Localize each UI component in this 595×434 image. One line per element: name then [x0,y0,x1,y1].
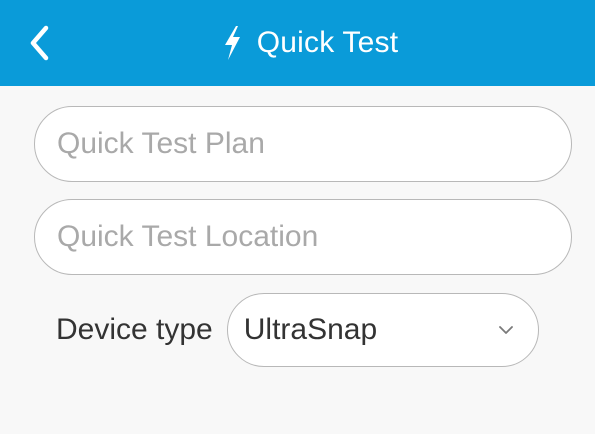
quick-test-location-field[interactable] [34,199,572,275]
quick-test-plan-input[interactable] [55,126,551,162]
quick-test-screen: Quick Test Device type UltraSnap [0,0,595,434]
page-title: Quick Test [256,26,399,59]
device-type-value: UltraSnap [243,313,378,346]
lightning-bolt-icon [224,26,240,60]
quick-test-location-input[interactable] [55,219,551,255]
chevron-down-icon [498,322,514,338]
device-type-label: Device type [56,313,213,346]
quick-test-plan-field[interactable] [34,106,572,182]
device-type-row: Device type UltraSnap [56,293,539,367]
device-type-select[interactable]: UltraSnap [226,293,539,367]
header-title-group: Quick Test [12,0,595,86]
app-header: Quick Test [0,0,595,86]
